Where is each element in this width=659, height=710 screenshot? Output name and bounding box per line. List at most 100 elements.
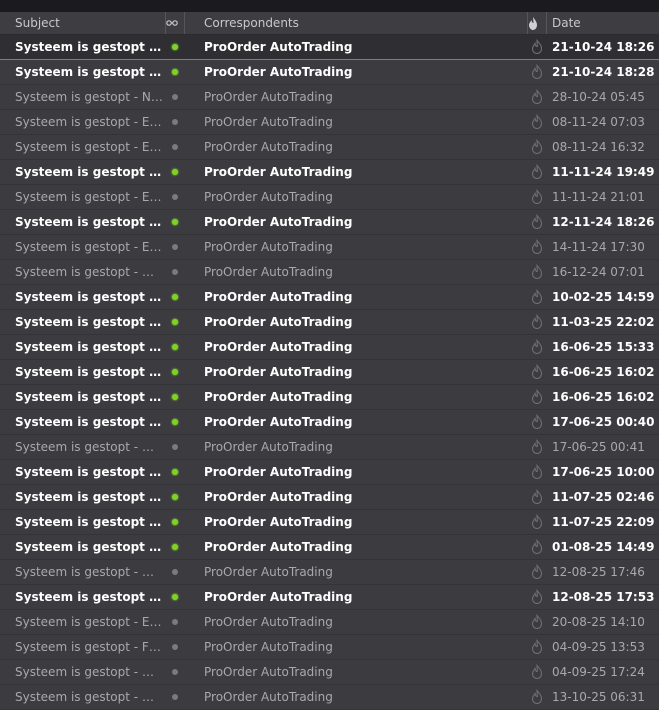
flame-icon: [531, 214, 543, 230]
flag-toggle[interactable]: [527, 535, 547, 559]
message-row[interactable]: Systeem is gestopt - ES-W... ProOrder Aut…: [0, 235, 659, 260]
read-status-toggle[interactable]: [165, 35, 185, 59]
flag-toggle[interactable]: [527, 160, 547, 184]
flag-toggle[interactable]: [527, 610, 547, 634]
read-status-toggle[interactable]: [165, 385, 185, 409]
flag-toggle[interactable]: [527, 60, 547, 84]
message-row[interactable]: Systeem is gestopt - W... ProOrder AutoTr…: [0, 285, 659, 310]
message-row[interactable]: Systeem is gestopt - W... ProOrder AutoTr…: [0, 360, 659, 385]
message-row[interactable]: Systeem is gestopt - W... ProOrder AutoTr…: [0, 485, 659, 510]
message-row[interactable]: Systeem is gestopt - ES-... ProOrder Auto…: [0, 160, 659, 185]
column-subject-header[interactable]: Subject: [0, 12, 165, 34]
read-status-toggle[interactable]: [165, 285, 185, 309]
flag-toggle[interactable]: [527, 360, 547, 384]
message-correspondent: ProOrder AutoTrading: [204, 490, 353, 504]
read-status-toggle[interactable]: [165, 160, 185, 184]
message-correspondent: ProOrder AutoTrading: [204, 565, 333, 579]
flag-toggle[interactable]: [527, 485, 547, 509]
message-row[interactable]: Systeem is gestopt - W... ProOrder AutoTr…: [0, 510, 659, 535]
message-subject: Systeem is gestopt - W...: [15, 540, 163, 554]
message-row[interactable]: Systeem is gestopt - EURG... ProOrder Aut…: [0, 610, 659, 635]
flag-toggle[interactable]: [527, 210, 547, 234]
flag-toggle[interactable]: [527, 85, 547, 109]
read-status-toggle[interactable]: [165, 310, 185, 334]
flag-toggle[interactable]: [527, 235, 547, 259]
message-correspondent: ProOrder AutoTrading: [204, 415, 353, 429]
message-row[interactable]: Systeem is gestopt - ES-PS... ProOrder Au…: [0, 135, 659, 160]
message-row[interactable]: Systeem is gestopt - ES-PS... ProOrder Au…: [0, 185, 659, 210]
read-status-toggle[interactable]: [165, 110, 185, 134]
read-status-toggle[interactable]: [165, 460, 185, 484]
message-row[interactable]: Systeem is gestopt - W... ProOrder AutoTr…: [0, 460, 659, 485]
flame-icon: [531, 264, 543, 280]
message-row[interactable]: Systeem is gestopt - WM-... ProOrder Auto…: [0, 435, 659, 460]
read-status-toggle[interactable]: [165, 660, 185, 684]
flag-toggle[interactable]: [527, 510, 547, 534]
read-status-toggle[interactable]: [165, 135, 185, 159]
read-status-toggle[interactable]: [165, 560, 185, 584]
flag-toggle[interactable]: [527, 435, 547, 459]
column-read-header[interactable]: [165, 12, 185, 34]
flag-toggle[interactable]: [527, 135, 547, 159]
message-row[interactable]: Systeem is gestopt - ES-... ProOrder Auto…: [0, 210, 659, 235]
read-status-toggle[interactable]: [165, 60, 185, 84]
flag-toggle[interactable]: [527, 660, 547, 684]
message-row[interactable]: Systeem is gestopt - MES-... ProOrder Aut…: [0, 260, 659, 285]
message-row[interactable]: Systeem is gestopt - W... ProOrder AutoTr…: [0, 535, 659, 560]
message-row[interactable]: Systeem is gestopt - DXM... ProOrder Auto…: [0, 560, 659, 585]
flag-toggle[interactable]: [527, 110, 547, 134]
read-status-toggle[interactable]: [165, 435, 185, 459]
flag-toggle[interactable]: [527, 410, 547, 434]
flame-icon: [531, 689, 543, 705]
flag-toggle[interactable]: [527, 460, 547, 484]
read-status-toggle[interactable]: [165, 635, 185, 659]
message-row[interactable]: Systeem is gestopt - W... ProOrder AutoTr…: [0, 410, 659, 435]
flag-toggle[interactable]: [527, 585, 547, 609]
message-row[interactable]: Systeem is gestopt - ES-PS... ProOrder Au…: [0, 110, 659, 135]
message-correspondent: ProOrder AutoTrading: [204, 265, 333, 279]
read-status-toggle[interactable]: [165, 360, 185, 384]
message-row[interactable]: Systeem is gestopt - F1-V4... ProOrder Au…: [0, 635, 659, 660]
flag-toggle[interactable]: [527, 185, 547, 209]
flag-toggle[interactable]: [527, 335, 547, 359]
message-row[interactable]: Systeem is gestopt - NQ... ProOrder AutoT…: [0, 35, 659, 60]
column-date-header[interactable]: Date: [547, 12, 659, 34]
flag-toggle[interactable]: [527, 385, 547, 409]
read-status-dot-icon: [172, 569, 178, 575]
read-status-toggle[interactable]: [165, 410, 185, 434]
message-row[interactable]: Systeem is gestopt - MES-... ProOrder Aut…: [0, 685, 659, 710]
flag-toggle[interactable]: [527, 685, 547, 709]
message-subject: Systeem is gestopt - MES-...: [15, 265, 163, 279]
message-row[interactable]: Systeem is gestopt - MES-... ProOrder Aut…: [0, 660, 659, 685]
column-correspondents-header[interactable]: Correspondents: [185, 12, 527, 34]
read-status-toggle[interactable]: [165, 85, 185, 109]
read-status-toggle[interactable]: [165, 685, 185, 709]
read-status-toggle[interactable]: [165, 585, 185, 609]
flag-toggle[interactable]: [527, 635, 547, 659]
read-status-toggle[interactable]: [165, 185, 185, 209]
flag-toggle[interactable]: [527, 560, 547, 584]
read-status-dot-icon: [172, 44, 178, 50]
column-flag-header[interactable]: [527, 12, 547, 34]
read-status-toggle[interactable]: [165, 235, 185, 259]
flag-toggle[interactable]: [527, 260, 547, 284]
read-status-toggle[interactable]: [165, 510, 185, 534]
read-status-toggle[interactable]: [165, 210, 185, 234]
flag-toggle[interactable]: [527, 310, 547, 334]
read-status-toggle[interactable]: [165, 260, 185, 284]
read-status-toggle[interactable]: [165, 535, 185, 559]
message-row[interactable]: Systeem is gestopt - W... ProOrder AutoTr…: [0, 335, 659, 360]
message-row[interactable]: Systeem is gestopt - NQ-P... ProOrder Aut…: [0, 85, 659, 110]
flag-toggle[interactable]: [527, 35, 547, 59]
message-row[interactable]: Systeem is gestopt - NQ... ProOrder AutoT…: [0, 60, 659, 85]
message-row[interactable]: Systeem is gestopt - V2... ProOrder AutoT…: [0, 310, 659, 335]
flag-toggle[interactable]: [527, 285, 547, 309]
message-correspondent: ProOrder AutoTrading: [204, 165, 353, 179]
read-status-toggle[interactable]: [165, 335, 185, 359]
message-row[interactable]: Systeem is gestopt - W... ProOrder AutoTr…: [0, 385, 659, 410]
read-status-toggle[interactable]: [165, 610, 185, 634]
message-subject: Systeem is gestopt - ES-PS...: [15, 140, 163, 154]
read-status-toggle[interactable]: [165, 485, 185, 509]
message-row[interactable]: Systeem is gestopt - DX... ProOrder AutoT…: [0, 585, 659, 610]
read-status-dot-icon: [172, 294, 178, 300]
